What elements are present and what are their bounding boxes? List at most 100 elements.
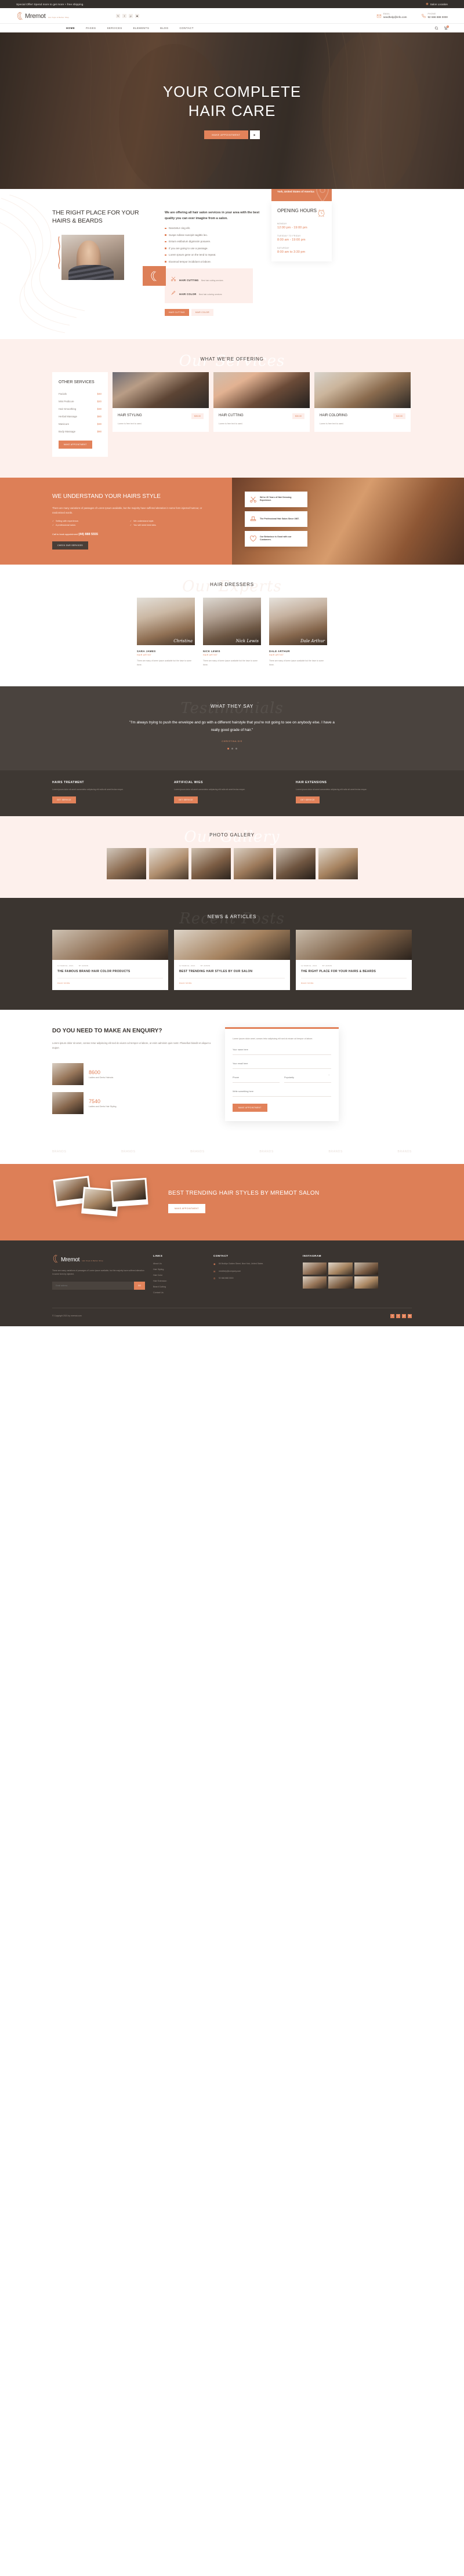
news-article[interactable]: 12 MARCH, 2021 BY ADMIN BEST TRENDING HA… — [174, 929, 290, 991]
alarm-clock-icon — [317, 208, 326, 217]
hair-color-button[interactable]: HAIR COLOR — [191, 308, 213, 316]
service-card[interactable]: HAIR STYLING $35.00 Lorem is free text t… — [113, 372, 209, 432]
promo-container: HAIRS TREATMENT Lorem ipsum dolor sit am… — [52, 781, 412, 803]
check-services-button[interactable]: CHECK OUR SERVICES — [52, 541, 88, 550]
hours-time: 12:00 pm - 19:00 pm — [277, 226, 307, 230]
stat-number: 7540 — [89, 1098, 101, 1105]
instagram-item[interactable] — [303, 1276, 327, 1289]
instagram-item[interactable] — [303, 1262, 327, 1275]
gallery-item[interactable] — [191, 847, 231, 879]
salon-location-link[interactable]: ◉ Salon Location — [426, 2, 448, 6]
nav-item-services[interactable]: SERVICES — [107, 27, 122, 30]
enquiry-left: DO YOU NEED TO MAKE AN ENQUIRY? Lorem ip… — [52, 1027, 215, 1121]
service-select-input[interactable] — [284, 1072, 331, 1083]
footer-link[interactable]: Beard Cutting — [153, 1286, 205, 1288]
gallery-item[interactable] — [106, 847, 146, 879]
hero-content: YOUR COMPLETE HAIR CARE MAKE APPOINTMENT… — [0, 32, 464, 189]
twitter-icon[interactable]: 𝕏 — [116, 13, 120, 18]
hero-appointment-button[interactable]: MAKE APPOINTMENT — [204, 130, 248, 140]
nav-item-blog[interactable]: BLOG — [160, 27, 168, 30]
instagram-icon[interactable]: ◙ — [135, 13, 139, 18]
footer-link[interactable]: Hair Extension — [153, 1280, 205, 1282]
team-member[interactable]: Christina SARA JAMES HAIR ARTIST There a… — [137, 598, 195, 666]
footer-link[interactable]: Hair Styling — [153, 1268, 205, 1271]
pagination-dot[interactable] — [231, 748, 233, 750]
header-phone[interactable]: PHONE 92 666 888 0000 — [421, 13, 448, 19]
contact-item[interactable]: ✉ needhelp@company.com — [213, 1270, 295, 1274]
footer-link[interactable]: Contact Us — [153, 1291, 205, 1294]
cart-icon[interactable]: 0 — [444, 26, 449, 30]
email-input[interactable] — [233, 1058, 331, 1069]
search-icon[interactable] — [434, 26, 438, 30]
service-card[interactable]: HAIR COLORING $40.00 Lorem is free text … — [314, 372, 411, 432]
logo[interactable]: Mremot Hair Style & Barber Shop — [16, 11, 103, 20]
news-article[interactable]: 12 MARCH, 2021 BY ADMIN THE RIGHT PLACE … — [296, 929, 412, 991]
other-services-appointment-button[interactable]: MAKE APPOINTMENT — [59, 440, 92, 449]
service-card[interactable]: HAIR CUTTING $30.00 Lorem is free text t… — [213, 372, 310, 432]
twitter-icon[interactable]: t — [396, 1314, 400, 1318]
newsletter-email-input[interactable] — [52, 1281, 135, 1290]
phone-input[interactable] — [233, 1072, 280, 1083]
footer-logo[interactable]: Mremot Hair Style & Barber Shop — [52, 1254, 139, 1264]
instagram-item[interactable] — [354, 1262, 378, 1275]
gallery-heading-block: Our Gallery PHOTO GALLERY — [52, 828, 412, 846]
promo-button[interactable]: GET SERVICE — [296, 796, 320, 803]
facebook-icon[interactable]: f — [390, 1314, 394, 1318]
message-input[interactable] — [233, 1086, 331, 1097]
cta-photo — [110, 1177, 148, 1207]
right-place-left: THE RIGHT PLACE FOR YOUR HAIRS & BEARDS — [52, 209, 166, 316]
gallery-item[interactable] — [318, 847, 358, 879]
instagram-item[interactable] — [328, 1276, 353, 1289]
instagram-item[interactable] — [354, 1276, 378, 1289]
hair-cutting-button[interactable]: HAIR CUTTING — [165, 308, 189, 316]
footer-link[interactable]: About Us — [153, 1262, 205, 1265]
understand-call: Call to book appointment (44) 888 5555 — [52, 533, 215, 536]
article-read-more[interactable]: READ MORE — [179, 978, 285, 984]
brand-logo: BRANDS — [397, 1149, 412, 1154]
pinterest-icon[interactable]: p — [129, 13, 133, 18]
article-read-more[interactable]: READ MORE — [301, 978, 407, 984]
nav-item-elements[interactable]: ELEMENTS — [133, 27, 150, 30]
news-article[interactable]: 12 MARCH, 2021 BY ADMIN THE FAMOUS BRAND… — [52, 929, 168, 991]
cta-appointment-button[interactable]: MAKE APPOINTMENT — [168, 1204, 205, 1214]
contact-item[interactable]: ✆ 92 666 888 0000 — [213, 1277, 295, 1280]
service-select[interactable] — [284, 1069, 331, 1083]
list-item: We understand style. — [130, 520, 200, 522]
cart-count-badge: 0 — [447, 26, 449, 28]
team-member[interactable]: Nick Lewis NICK LEWIS HAIR ARTIST There … — [203, 598, 261, 666]
logo-name: Mremot — [25, 13, 46, 20]
list-item: Lorem Ipsum gene on the tend to repeat. — [165, 253, 262, 256]
pagination-dot[interactable] — [235, 748, 237, 750]
promo-button[interactable]: GET SERVICE — [52, 796, 76, 803]
call-number[interactable]: (44) 888 5555 — [78, 533, 98, 536]
newsletter-submit-button[interactable]: GO — [134, 1281, 145, 1290]
hours-item: SATURDAY 8:00 am to 3:30 pm — [277, 247, 326, 254]
footer-link[interactable]: Hair Color — [153, 1274, 205, 1276]
header-email[interactable]: EMAIL needhelp@info.com — [376, 13, 407, 19]
gallery-item[interactable] — [148, 847, 188, 879]
nav-item-home[interactable]: HOME — [66, 27, 75, 30]
article-meta: 12 MARCH, 2021 BY ADMIN — [301, 965, 407, 967]
team-member[interactable]: Dale Arthur DALE ARTHUR HAIR ARTIST Ther… — [269, 598, 327, 666]
promo-button[interactable]: GET SERVICE — [174, 796, 198, 803]
understand-list: Selling with experience. We understand s… — [52, 520, 215, 526]
gallery-item[interactable] — [276, 847, 316, 879]
pinterest-icon[interactable]: p — [402, 1314, 406, 1318]
understand-paragraph: There are many variations of passages of… — [52, 506, 202, 514]
submit-appointment-button[interactable]: MAKE APPOINTMENT — [233, 1103, 267, 1112]
linkedin-icon[interactable]: in — [408, 1314, 412, 1318]
testimonial-pagination[interactable] — [52, 748, 412, 750]
gallery-item[interactable] — [233, 847, 273, 879]
nav-item-pages[interactable]: PAGES — [86, 27, 96, 30]
nav-item-contact[interactable]: CONTACT — [180, 27, 194, 30]
facebook-icon[interactable]: f — [122, 13, 126, 18]
pagination-dot[interactable] — [227, 748, 229, 750]
instagram-item[interactable] — [328, 1262, 353, 1275]
name-input[interactable] — [233, 1045, 331, 1055]
service-top: HAIR CUTTING $30.00 — [219, 413, 304, 419]
hero-play-button[interactable]: ▶ — [249, 130, 260, 140]
pin-icon: ◉ — [213, 1262, 216, 1265]
article-title: THE RIGHT PLACE FOR YOUR HAIRS & BEARDS — [301, 969, 376, 973]
article-read-more[interactable]: READ MORE — [57, 978, 163, 984]
team-title: HAIR DRESSERS — [210, 582, 254, 588]
